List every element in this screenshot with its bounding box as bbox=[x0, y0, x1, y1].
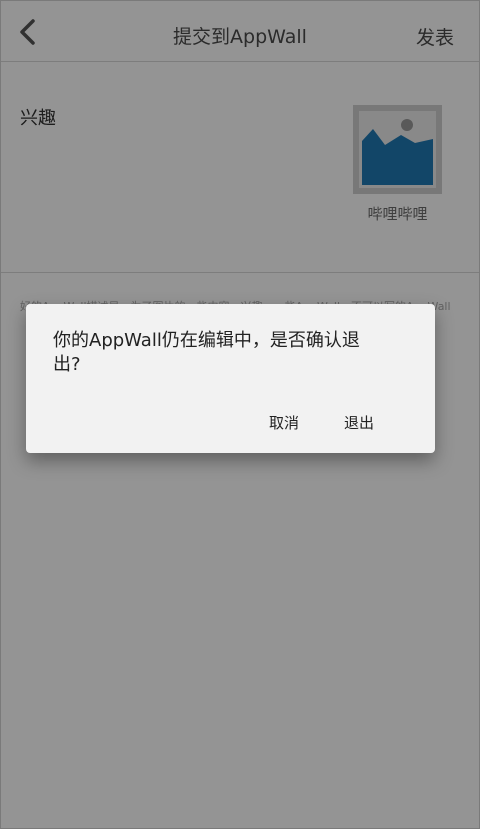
exit-confirm-dialog: 你的AppWall仍在编辑中，是否确认退出? 取消 退出 bbox=[26, 304, 435, 453]
dialog-message: 你的AppWall仍在编辑中，是否确认退出? bbox=[53, 330, 360, 375]
cancel-button[interactable]: 取消 bbox=[269, 412, 299, 433]
exit-button[interactable]: 退出 bbox=[344, 412, 374, 433]
